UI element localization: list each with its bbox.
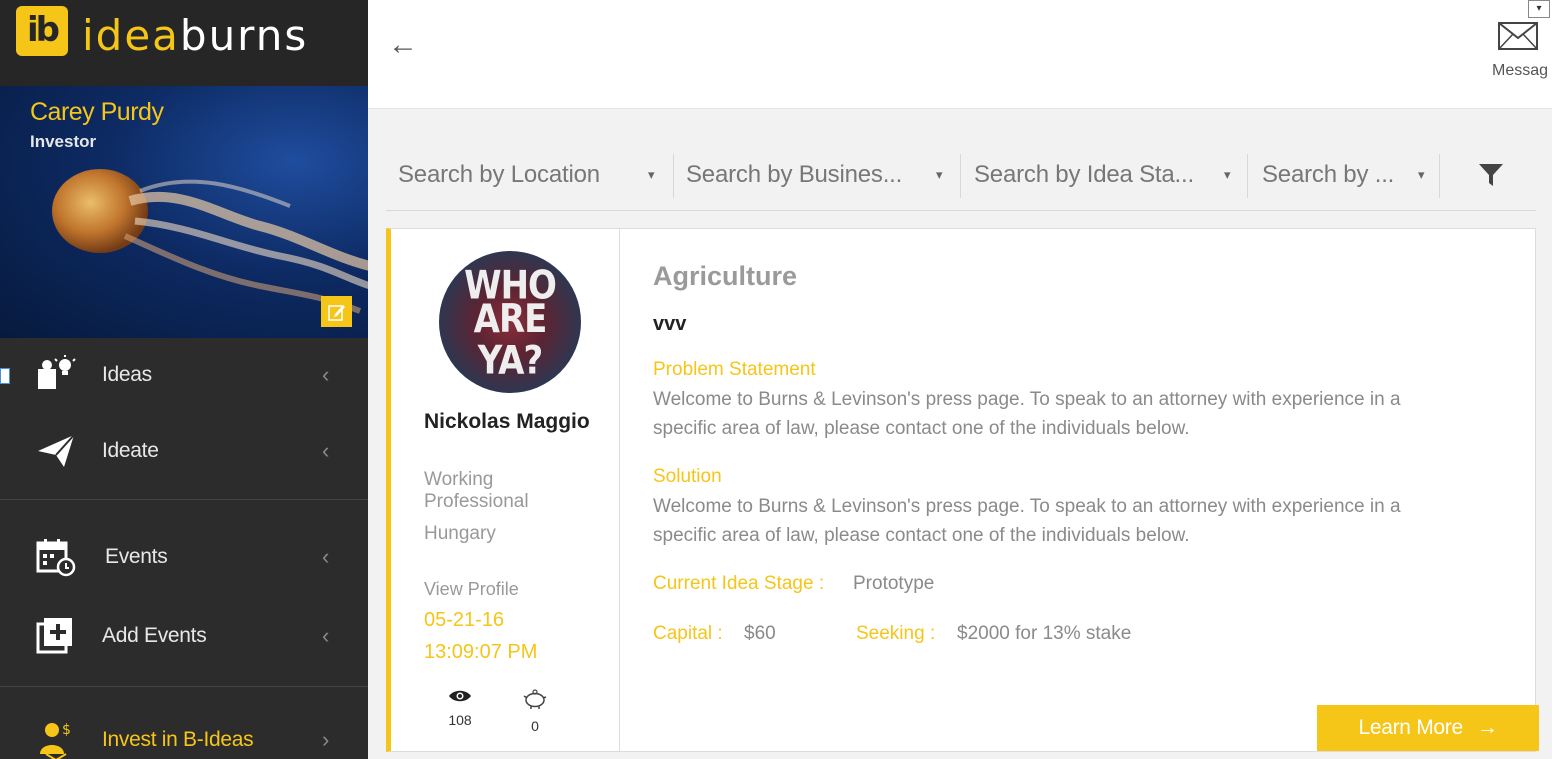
capital-label: Capital : — [653, 623, 723, 644]
profile-role: Investor — [30, 132, 97, 151]
back-arrow-icon[interactable]: ← — [388, 28, 418, 62]
capital-value: $60 — [744, 623, 776, 644]
problem-statement-label: Problem Statement — [653, 359, 816, 380]
filter-idea-stage-text: Search by Idea Sta... — [974, 161, 1194, 188]
calendar-icon — [36, 539, 76, 577]
filter-divider — [1247, 154, 1248, 198]
filter-other-text: Search by ... — [1262, 161, 1395, 188]
sidebar-item-label: Ideas — [102, 363, 152, 386]
sidebar-item-ideate[interactable]: Ideate ‹ — [0, 426, 368, 476]
post-time: 13:09:07 PM — [424, 641, 538, 663]
author-location: Hungary — [424, 523, 496, 544]
arrow-right-icon: → — [1476, 716, 1498, 739]
caret-down-icon: ▾ — [1418, 167, 1425, 182]
messages-dropdown-toggle[interactable]: ▾ — [1528, 0, 1550, 18]
idea-card: WHO ARE YA? Nickolas Maggio Working Prof… — [386, 228, 1539, 752]
views-count: 108 — [448, 712, 472, 728]
brand-name[interactable]: ideaburns — [82, 10, 308, 62]
idea-title: vvv — [653, 313, 687, 335]
likes-stat[interactable]: 0 — [515, 689, 555, 734]
brand-name-part2: burns — [179, 11, 309, 60]
solution-label: Solution — [653, 466, 722, 487]
author-title: Working Professional — [424, 469, 529, 512]
eye-icon — [449, 690, 471, 702]
filter-business[interactable]: Search by Busines... ▾ — [686, 152, 954, 198]
nav-divider — [0, 686, 368, 687]
chevron-left-icon: ‹ — [322, 544, 330, 569]
sidebar-item-events[interactable]: Events ‹ — [0, 532, 368, 582]
sidebar-item-invest[interactable]: $ Invest in B-Ideas › — [0, 716, 368, 759]
brand-logo[interactable]: ib — [16, 6, 68, 56]
edit-profile-button[interactable] — [321, 296, 352, 327]
idea-author-panel: WHO ARE YA? Nickolas Maggio Working Prof… — [391, 229, 620, 751]
idea-stage-value: Prototype — [853, 573, 935, 594]
sidebar-item-label: Invest in B-Ideas — [102, 728, 254, 751]
envelope-icon — [1498, 22, 1538, 50]
filter-divider — [960, 154, 961, 198]
jellyfish-image — [52, 169, 368, 314]
idea-details: Agriculture vvv Problem Statement Welcom… — [653, 229, 1513, 751]
filter-location-text: Search by Location — [398, 161, 600, 188]
caret-down-icon: ▾ — [648, 167, 655, 182]
seeking-label: Seeking : — [856, 623, 936, 644]
filter-bar: Search by Location ▾ Search by Busines..… — [386, 150, 1536, 211]
brand-header: ib ideaburns — [0, 0, 368, 86]
chevron-left-icon: ‹ — [322, 362, 330, 387]
sidebar-item-label: Ideate — [102, 439, 159, 462]
chevron-left-icon: ‹ — [322, 438, 330, 463]
seeking-value: $2000 for 13% stake — [957, 623, 1132, 644]
views-stat: 108 — [440, 689, 480, 728]
idea-stage-label: Current Idea Stage : — [653, 573, 825, 594]
paper-plane-icon — [38, 434, 75, 467]
chevron-right-icon: › — [322, 727, 330, 752]
filter-location[interactable]: Search by Location ▾ — [398, 152, 668, 198]
sidebar-item-ideas[interactable]: Ideas ‹ — [0, 350, 368, 400]
author-name: Nickolas Maggio — [424, 410, 590, 433]
filter-divider — [1439, 154, 1440, 198]
caret-down-icon: ▾ — [1224, 167, 1231, 182]
sidebar-item-add-events[interactable]: Add Events ‹ — [0, 611, 368, 661]
filter-funnel-icon[interactable] — [1478, 162, 1504, 188]
chevron-left-icon: ‹ — [322, 623, 330, 648]
filter-divider — [673, 154, 674, 198]
sidebar-item-label: Events — [105, 545, 168, 568]
avatar-text-line2: ARE YA? — [473, 296, 548, 384]
post-date: 05-21-16 — [424, 609, 505, 631]
view-profile-link[interactable]: View Profile — [424, 579, 519, 600]
filter-business-text: Search by Busines... — [686, 161, 903, 188]
filter-idea-stage[interactable]: Search by Idea Sta... ▾ — [974, 152, 1238, 198]
brand-name-part1: idea — [82, 11, 180, 60]
likes-count: 0 — [531, 718, 539, 734]
sidebar-item-label: Add Events — [102, 624, 207, 647]
learn-more-button[interactable]: Learn More → — [1317, 705, 1539, 751]
plus-square-icon — [36, 618, 72, 654]
top-bar: ← Messag ▾ — [368, 0, 1552, 109]
ideas-icon — [38, 355, 76, 389]
learn-more-label: Learn More — [1358, 716, 1463, 739]
sidebar: ib ideaburns Carey Purdy Investor Ideas … — [0, 0, 368, 759]
nav-divider — [0, 499, 368, 500]
profile-name: Carey Purdy — [30, 98, 164, 126]
author-avatar[interactable]: WHO ARE YA? — [439, 251, 581, 393]
idea-category: Agriculture — [653, 261, 798, 291]
messages-label: Messag — [1492, 62, 1549, 79]
caret-down-icon: ▾ — [936, 167, 943, 182]
investor-icon: $ — [40, 722, 71, 759]
problem-statement-text: Welcome to Burns & Levinson's press page… — [653, 389, 1401, 439]
solution-text: Welcome to Burns & Levinson's press page… — [653, 496, 1401, 546]
pencil-icon — [327, 304, 345, 321]
profile-banner: Carey Purdy Investor — [0, 86, 368, 338]
svg-text:$: $ — [62, 722, 71, 738]
filter-other[interactable]: Search by ... ▾ — [1262, 152, 1432, 198]
piggy-bank-icon — [523, 689, 547, 709]
